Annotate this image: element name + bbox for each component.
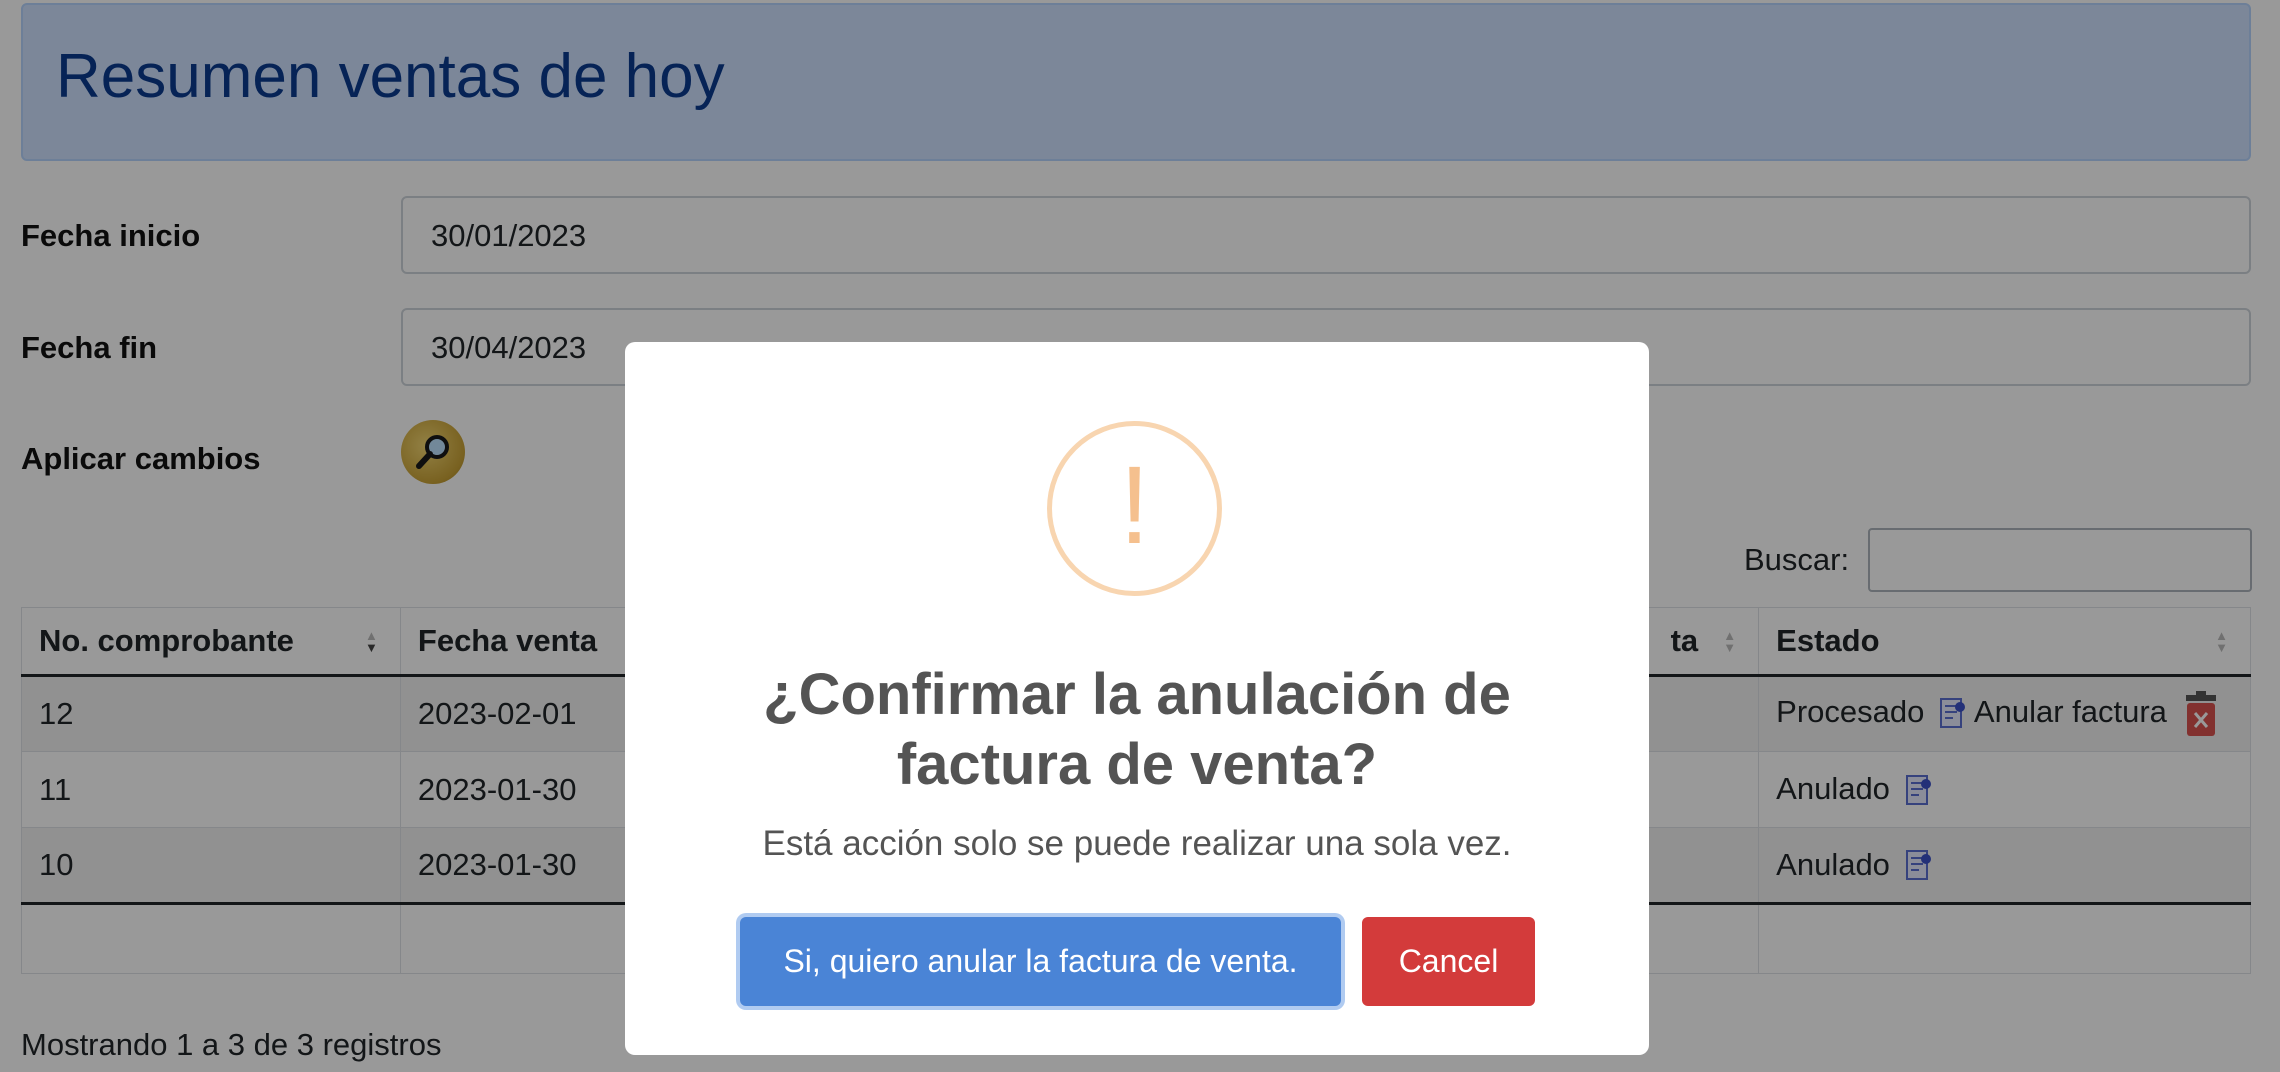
cancel-button[interactable]: Cancel [1362, 917, 1535, 1006]
dialog-message: Está acción solo se puede realizar una s… [762, 824, 1512, 863]
page: Resumen ventas de hoy Fecha inicio 30/01… [0, 0, 2280, 1072]
confirm-dialog: ! ¿Confirmar la anulación de factura de … [625, 342, 1649, 1055]
confirm-void-button[interactable]: Si, quiero anular la factura de venta. [740, 917, 1341, 1006]
warning-icon: ! [1047, 421, 1222, 596]
dialog-title: ¿Confirmar la anulación de factura de ve… [763, 662, 1511, 797]
